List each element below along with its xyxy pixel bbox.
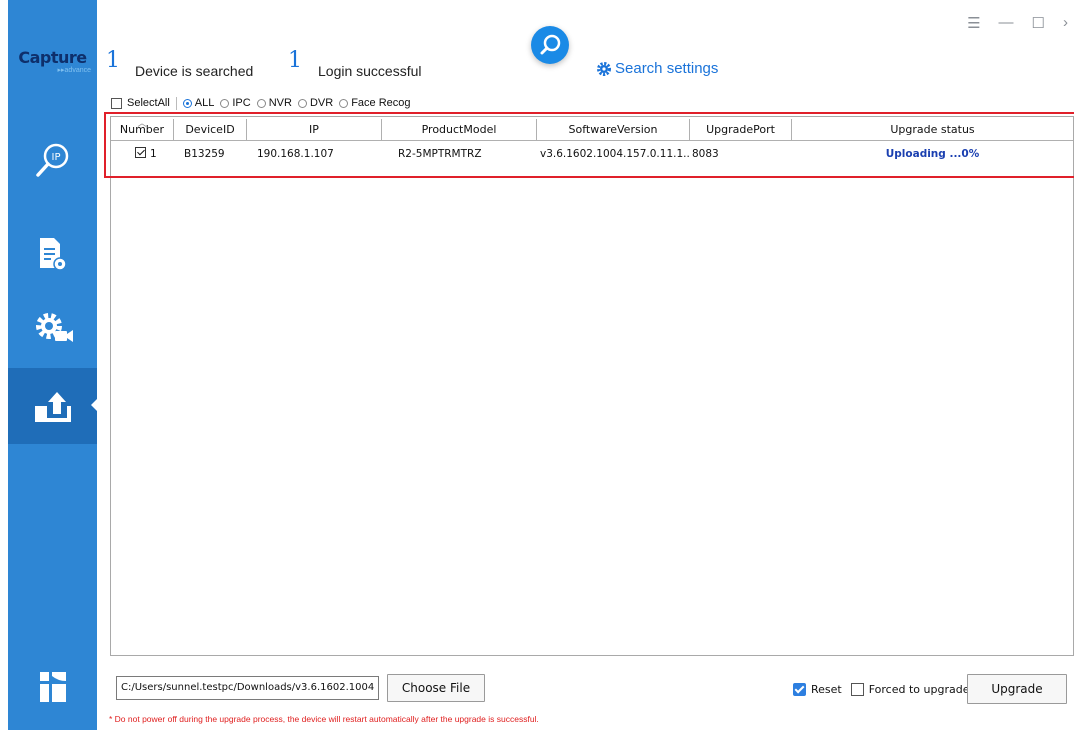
forced-upgrade-label: Forced to upgrade bbox=[868, 683, 970, 696]
menu-icon[interactable]: ☰ bbox=[967, 14, 980, 32]
nav-upgrade[interactable] bbox=[8, 368, 97, 444]
table-header: ︿ Number DeviceID IP ProductModel Softwar… bbox=[111, 119, 1073, 141]
filter-ipc[interactable]: IPC bbox=[220, 97, 251, 109]
window-left-edge bbox=[0, 0, 8, 730]
brand-logo-icon bbox=[39, 672, 66, 702]
filter-all[interactable]: ALL bbox=[182, 97, 214, 109]
device-count-label: Device is searched bbox=[135, 63, 254, 79]
col-ip[interactable]: IP bbox=[247, 119, 382, 141]
nav-settings[interactable] bbox=[8, 290, 97, 366]
cell-product-model: R2-5MPTRMTRZ bbox=[398, 148, 482, 160]
upgrade-bar: C:/Users/sunnel.testpc/Downloads/v3.6.16… bbox=[97, 662, 1074, 730]
gear-icon bbox=[597, 61, 611, 76]
table-row[interactable]: 1 B13259 190.168.1.107 R2-5MPTRMTRZ v3.6… bbox=[111, 143, 1073, 165]
cell-ip: 190.168.1.107 bbox=[257, 148, 334, 160]
ip-search-icon: IP bbox=[35, 143, 68, 177]
app-logo: Capture ▸▸advance bbox=[8, 48, 97, 74]
sort-up-icon: ︿ bbox=[137, 119, 147, 129]
login-count: 1 bbox=[288, 48, 302, 73]
window-controls: ☰ — ☐ › bbox=[967, 14, 1068, 32]
search-settings-label: Search settings bbox=[615, 60, 719, 77]
nav-device-search[interactable]: IP bbox=[8, 122, 97, 198]
filter-face-recog[interactable]: Face Recog bbox=[339, 97, 411, 109]
filter-dvr[interactable]: DVR bbox=[297, 97, 333, 109]
radio-icon bbox=[182, 98, 192, 108]
select-all-label: SelectAll bbox=[127, 97, 170, 109]
document-settings-icon bbox=[39, 238, 67, 271]
gear-camera-icon bbox=[35, 313, 73, 342]
reset-checkbox[interactable] bbox=[793, 683, 806, 696]
cell-upgrade-port: 8083 bbox=[692, 148, 719, 160]
svg-text:IP: IP bbox=[51, 152, 60, 163]
device-count: 1 bbox=[106, 48, 120, 73]
upgrade-button[interactable]: Upgrade bbox=[967, 674, 1067, 704]
upgrade-options: Reset Forced to upgrade bbox=[793, 683, 969, 696]
radio-icon bbox=[339, 98, 349, 108]
login-count-label: Login successful bbox=[318, 63, 422, 79]
cell-software-version: v3.6.1602.1004.157.0.11.1.... bbox=[540, 148, 690, 160]
filter-nvr[interactable]: NVR bbox=[256, 97, 292, 109]
forced-upgrade-checkbox[interactable] bbox=[850, 683, 864, 696]
radio-icon bbox=[220, 98, 230, 108]
cell-upgrade-status: Uploading ...0% bbox=[885, 148, 980, 160]
row-checkbox[interactable] bbox=[135, 147, 146, 158]
upload-icon bbox=[34, 392, 71, 422]
reset-label: Reset bbox=[811, 683, 842, 696]
cell-number: 1 bbox=[111, 143, 174, 165]
logo-subtext: ▸▸advance bbox=[57, 67, 92, 74]
choose-file-button[interactable]: Choose File bbox=[387, 674, 485, 702]
search-settings-link[interactable]: Search settings bbox=[597, 60, 718, 77]
col-upgrade-port[interactable]: UpgradePort bbox=[690, 119, 792, 141]
main-panel: ☰ — ☐ › 1 Device is searched 1 Login suc… bbox=[97, 0, 1074, 730]
divider bbox=[175, 96, 177, 110]
col-product-model[interactable]: ProductModel bbox=[382, 119, 537, 141]
close-icon[interactable]: › bbox=[1063, 14, 1068, 32]
col-upgrade-status[interactable]: Upgrade status bbox=[792, 119, 1073, 141]
search-icon bbox=[540, 34, 561, 55]
search-button[interactable] bbox=[531, 26, 569, 64]
logo-text: Capture bbox=[18, 48, 87, 67]
device-table: ︿ Number DeviceID IP ProductModel Softwar… bbox=[110, 116, 1074, 656]
sidebar: Capture ▸▸advance IP bbox=[8, 0, 97, 730]
cell-device-id: B13259 bbox=[184, 148, 225, 160]
col-number[interactable]: ︿ Number bbox=[111, 119, 174, 141]
device-filter-bar: SelectAll ALL IPC NVR DVR Face Recog bbox=[111, 96, 417, 110]
brand-mark bbox=[8, 670, 97, 704]
firmware-path-input[interactable]: C:/Users/sunnel.testpc/Downloads/v3.6.16… bbox=[116, 676, 379, 700]
minimize-icon[interactable]: — bbox=[999, 14, 1014, 32]
upgrade-warning: * Do not power off during the upgrade pr… bbox=[109, 714, 539, 724]
col-device-id[interactable]: DeviceID bbox=[174, 119, 247, 141]
select-all-checkbox[interactable] bbox=[111, 97, 122, 109]
maximize-icon[interactable]: ☐ bbox=[1032, 14, 1045, 32]
radio-icon bbox=[256, 98, 266, 108]
radio-icon bbox=[297, 98, 307, 108]
nav-config[interactable] bbox=[8, 216, 97, 292]
col-software-version[interactable]: SoftwareVersion bbox=[537, 119, 690, 141]
